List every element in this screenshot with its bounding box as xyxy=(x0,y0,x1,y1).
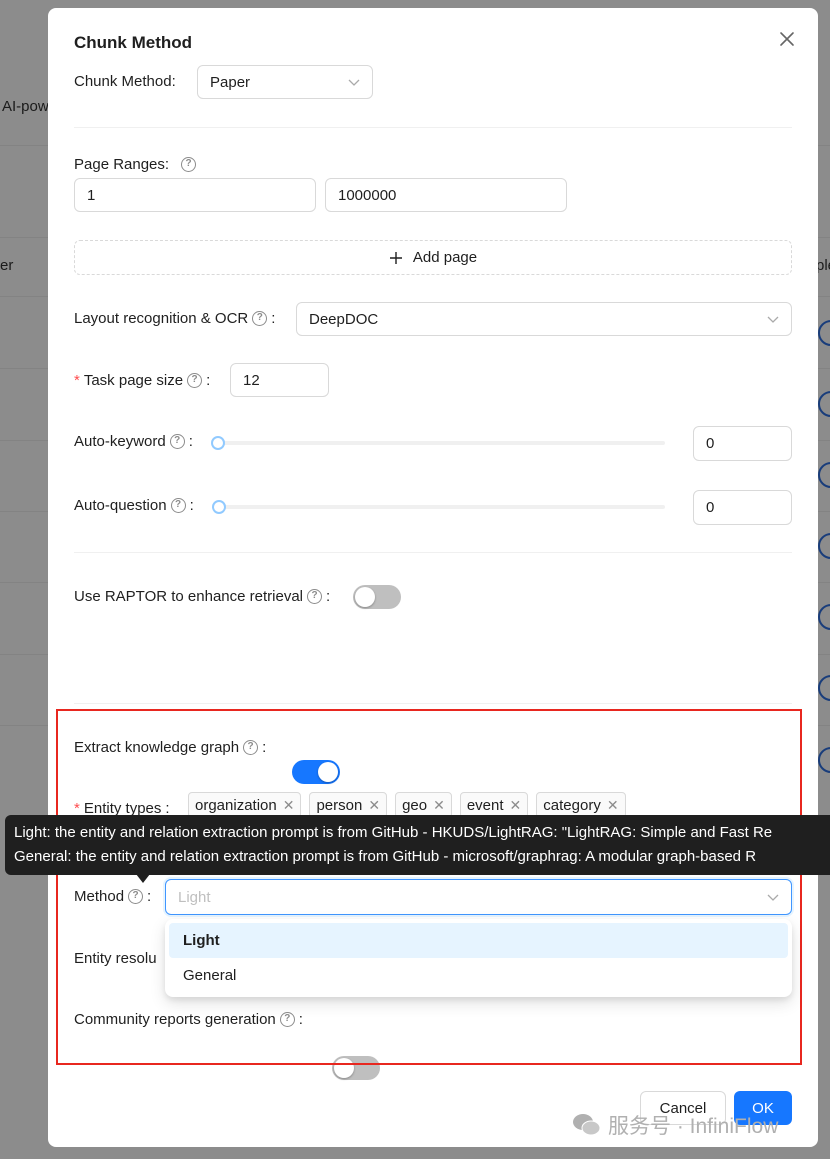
auto-keyword-label-text: Auto-keyword xyxy=(74,433,166,450)
chevron-down-icon xyxy=(348,79,360,86)
wechat-icon xyxy=(573,1114,601,1136)
auto-question-label: Auto-question ?: xyxy=(74,497,194,514)
tooltip-line: Light: the entity and relation extractio… xyxy=(14,824,773,841)
chunk-method-label-text: Chunk Method xyxy=(74,73,172,90)
chevron-down-icon xyxy=(767,316,779,323)
auto-keyword-slider-track[interactable] xyxy=(216,441,665,445)
page-range-to-input[interactable]: 1000000 xyxy=(325,178,567,212)
chunk-method-label: Chunk Method: xyxy=(74,73,176,90)
watermark-text: 服务号 · InfiniFlow xyxy=(608,1115,779,1138)
help-icon[interactable]: ? xyxy=(187,373,203,388)
task-page-size-label: * Task page size ?: xyxy=(74,372,211,389)
help-icon[interactable]: ? xyxy=(169,434,185,449)
page-ranges-label: Page Ranges: ? xyxy=(74,156,197,173)
close-icon[interactable] xyxy=(776,28,798,50)
method-tooltip: Light: the entity and relation extractio… xyxy=(5,815,830,875)
tooltip-line: General: the entity and relation extract… xyxy=(14,848,757,865)
raptor-label-text: Use RAPTOR to enhance retrieval xyxy=(74,588,303,605)
auto-question-input[interactable]: 0 xyxy=(693,490,792,525)
auto-question-slider-handle[interactable] xyxy=(212,500,226,514)
auto-keyword-label: Auto-keyword ?: xyxy=(74,433,193,450)
section-divider xyxy=(74,127,792,128)
modal-title: Chunk Method xyxy=(74,33,193,52)
raptor-label: Use RAPTOR to enhance retrieval ?: xyxy=(74,588,331,605)
auto-question-label-text: Auto-question xyxy=(74,497,167,514)
layout-recognition-value: DeepDOC xyxy=(309,310,379,328)
auto-keyword-input[interactable]: 0 xyxy=(693,426,792,461)
chunk-method-select[interactable]: Paper xyxy=(197,65,373,99)
plus-icon xyxy=(389,251,402,264)
method-option-general[interactable]: General xyxy=(169,958,788,993)
required-marker: * xyxy=(74,372,80,389)
help-icon[interactable]: ? xyxy=(307,589,322,604)
tooltip-arrow xyxy=(136,874,150,883)
section-divider xyxy=(74,703,792,704)
chunk-method-value: Paper xyxy=(210,73,251,91)
help-icon[interactable]: ? xyxy=(170,498,186,513)
task-page-size-label-text: Task page size xyxy=(83,372,184,389)
help-icon[interactable]: ? xyxy=(181,157,197,172)
layout-recognition-label-text: Layout recognition & OCR xyxy=(74,310,249,327)
section-divider xyxy=(74,552,792,553)
page-range-from-input[interactable]: 1 xyxy=(74,178,316,212)
task-page-size-input[interactable]: 12 xyxy=(230,363,329,397)
page-ranges-label-text: Page Ranges: xyxy=(74,156,170,173)
help-icon[interactable]: ? xyxy=(252,311,268,326)
highlight-box xyxy=(56,709,802,1065)
layout-recognition-select[interactable]: DeepDOC xyxy=(296,302,792,336)
raptor-toggle[interactable] xyxy=(353,585,401,609)
add-page-label: Add page xyxy=(412,249,478,266)
method-dropdown: Light General xyxy=(165,919,792,997)
auto-question-slider-track[interactable] xyxy=(216,505,665,509)
watermark: 服务号 · InfiniFlow xyxy=(572,1110,778,1140)
auto-keyword-slider-handle[interactable] xyxy=(211,436,225,450)
method-option-light[interactable]: Light xyxy=(169,923,788,958)
add-page-button[interactable]: Add page xyxy=(74,240,792,275)
layout-recognition-label: Layout recognition & OCR ?: xyxy=(74,310,276,327)
